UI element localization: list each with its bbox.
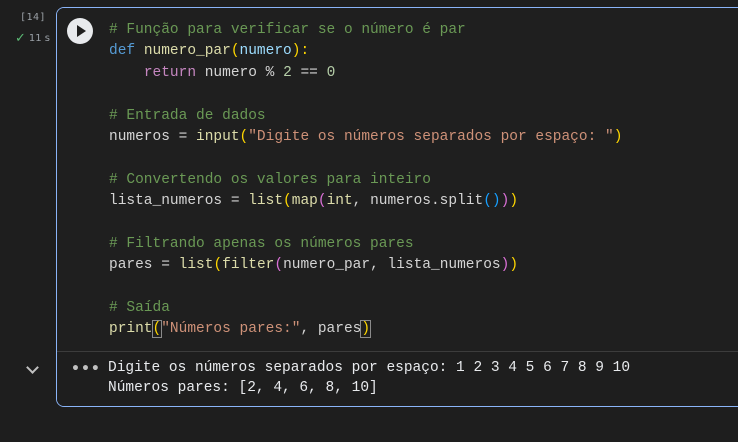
run-cell-button[interactable] — [67, 18, 93, 44]
code-token: ) — [500, 257, 510, 274]
execution-status: ✓ 11 s — [15, 32, 50, 45]
code-token: "Digite os números separados por espaço:… — [248, 128, 614, 145]
code-line: lista_numeros = list(map(int, numeros.sp… — [109, 191, 622, 212]
execution-count: [14] — [20, 12, 47, 23]
code-token: return — [143, 64, 205, 81]
code-line: def numero_par(numero): — [109, 41, 622, 62]
code-editor[interactable]: # Função para verificar se o número é pa… — [57, 8, 738, 351]
code-token: # Filtrando apenas os números pares — [109, 235, 414, 252]
checkmark-icon: ✓ — [15, 31, 26, 46]
code-line: print("Números pares:", pares) — [109, 319, 622, 340]
code-token: numeros = — [109, 128, 197, 145]
code-token: lista_numeros = — [109, 193, 249, 210]
code-text[interactable]: # Função para verificar se o número é pa… — [109, 20, 622, 341]
code-token: ( — [283, 193, 292, 210]
code-line: # Filtrando apenas os números pares — [109, 234, 622, 255]
code-token: # Função para verificar se o número é pa… — [109, 22, 466, 38]
play-icon — [77, 25, 86, 37]
code-line: return numero % 2 == 0 — [109, 63, 622, 84]
code-token: ) — [360, 320, 372, 339]
code-line: # Função para verificar se o número é pa… — [109, 20, 622, 41]
collapse-output-button[interactable] — [24, 360, 40, 377]
code-token: pares = — [109, 257, 179, 274]
code-token: ( — [151, 320, 163, 339]
code-token: , pares — [300, 321, 362, 338]
execution-time: 11 s — [28, 33, 51, 44]
code-token: numero_par — [143, 43, 231, 60]
code-line: # Entrada de dados — [109, 106, 622, 127]
code-token: () — [483, 193, 501, 210]
output-text: Digite os números separados por espaço: … — [108, 358, 630, 398]
more-horizontal-icon[interactable]: ••• — [71, 361, 101, 377]
code-token: list — [178, 257, 214, 274]
code-line: # Saída — [109, 298, 622, 319]
code-token: numero_par, lista_numeros — [283, 257, 501, 274]
code-token: def — [109, 43, 144, 60]
code-cell[interactable]: # Função para verificar se o número é pa… — [56, 7, 738, 407]
code-token: ( — [239, 128, 249, 145]
code-token: ): — [291, 43, 310, 60]
code-token: "Números pares:" — [161, 321, 301, 338]
code-token: input — [196, 128, 240, 145]
code-token: ( — [317, 193, 327, 210]
code-token: ( — [213, 257, 223, 274]
output-line: Digite os números separados por espaço: … — [108, 360, 631, 376]
code-token: # Entrada de dados — [109, 107, 266, 124]
code-token: ) — [509, 193, 519, 210]
code-line: # Convertendo os valores para inteiro — [109, 170, 622, 191]
code-token: numero — [239, 43, 292, 60]
code-token: # Saída — [109, 300, 170, 317]
code-token: ) — [500, 193, 510, 210]
code-token: list — [248, 193, 284, 210]
code-token: 2 — [283, 64, 301, 81]
code-token: % — [265, 64, 284, 81]
code-token: filter — [222, 257, 275, 274]
code-token: numero — [204, 64, 266, 81]
code-token: , numeros.split — [352, 193, 484, 210]
code-token: 0 — [326, 64, 336, 81]
code-token: ( — [274, 257, 284, 274]
code-token: ) — [509, 257, 519, 274]
code-token: == — [300, 64, 327, 81]
output-area: ••• Digite os números separados por espa… — [57, 352, 738, 406]
code-token: # Convertendo os valores para inteiro — [109, 171, 431, 188]
code-token: print — [109, 321, 153, 338]
code-line: numeros = input("Digite os números separ… — [109, 127, 622, 148]
code-line: pares = list(filter(numero_par, lista_nu… — [109, 255, 622, 276]
code-token: ) — [613, 128, 623, 145]
code-token: map — [291, 193, 318, 210]
chevron-down-icon — [25, 360, 39, 374]
code-token: int — [326, 193, 353, 210]
code-token: ( — [230, 43, 240, 60]
output-line: Números pares: [2, 4, 6, 8, 10] — [108, 380, 378, 396]
